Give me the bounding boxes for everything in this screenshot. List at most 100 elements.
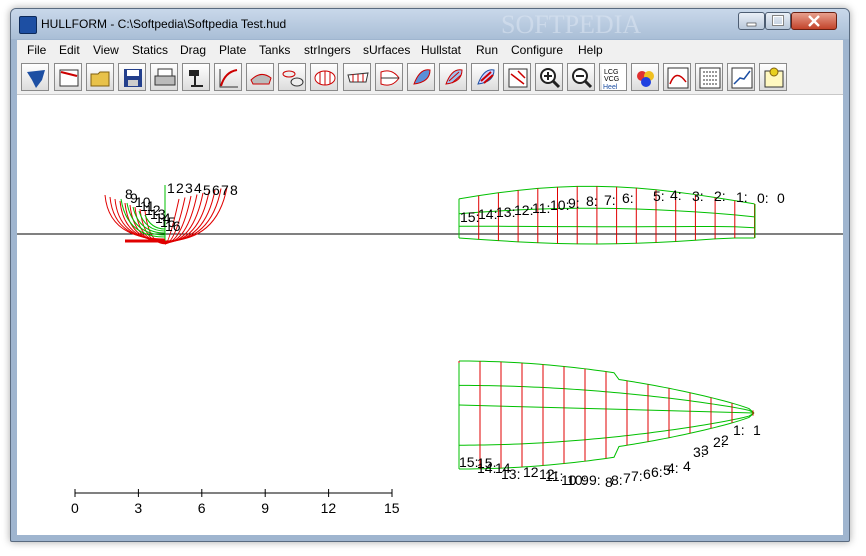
- open-folder-button[interactable]: [86, 63, 114, 91]
- hydrostatics-table-button[interactable]: [695, 63, 723, 91]
- profile-station-label: 14:: [478, 206, 497, 222]
- profile-station-label: 6:: [622, 190, 634, 206]
- profile-station-label: 0:: [757, 190, 769, 206]
- toolbar: LCG VCG Heel: [17, 60, 843, 95]
- menu-help[interactable]: Help: [578, 43, 603, 57]
- profile-station-label: 2:: [714, 188, 726, 204]
- menu-file[interactable]: File: [27, 43, 46, 57]
- window-bottom-border: [17, 535, 843, 541]
- maximize-button[interactable]: [765, 12, 791, 30]
- render-stripes-button[interactable]: [471, 63, 499, 91]
- plan-station-label: 4:: [667, 460, 679, 476]
- curve-plot-icon: [667, 67, 689, 89]
- profile-station-label: 10:: [550, 197, 569, 213]
- plan-station-label: 6:: [651, 464, 663, 480]
- minimize-icon: [746, 22, 757, 27]
- body-plan-fwd-label: 7: [221, 182, 229, 198]
- plan-view-button[interactable]: [375, 63, 403, 91]
- render-lines-icon: [445, 69, 463, 85]
- title-bar[interactable]: HULLFORM - C:\Softpedia\Softpedia Test.h…: [11, 9, 849, 39]
- vcg-text: VCG: [604, 76, 619, 83]
- profile-station-label: 3:: [692, 188, 704, 204]
- color-palette-button[interactable]: [631, 63, 659, 91]
- menu-statics[interactable]: Statics: [132, 43, 168, 57]
- save-disk-button[interactable]: [118, 63, 146, 91]
- zoom-out-button[interactable]: [567, 63, 595, 91]
- scale-bar-label: 6: [198, 500, 206, 516]
- profile-station-label: 11:: [532, 200, 550, 216]
- heel-text: Heel: [603, 84, 618, 90]
- plan-station-label: 1:: [733, 422, 745, 438]
- notes-button[interactable]: [759, 63, 787, 91]
- menu-bar: File Edit View Statics Drag Plate Tanks …: [17, 40, 843, 60]
- new-design-button[interactable]: [54, 63, 82, 91]
- body-plan-button[interactable]: [310, 63, 338, 91]
- transom-icon: [508, 68, 528, 88]
- profile-station-label: 9:: [568, 195, 580, 211]
- transom-button[interactable]: [503, 63, 531, 91]
- profile-icon: [347, 72, 369, 83]
- watermark-logo: SOFTPEDIA: [501, 10, 641, 39]
- notes-icon: [764, 67, 784, 88]
- profile-keel-line: [458, 237, 755, 245]
- menu-run[interactable]: Run: [476, 43, 498, 57]
- plan-view-icon: [380, 70, 400, 86]
- print-icon: [154, 68, 176, 86]
- hydrostatics-table-icon: [699, 67, 721, 89]
- minimize-button[interactable]: [738, 12, 765, 30]
- profile-station-label: 0: [777, 190, 785, 206]
- zoom-in-icon: [540, 68, 561, 89]
- curve-edit-button[interactable]: [214, 63, 242, 91]
- profile-station-label: 12:: [514, 202, 533, 218]
- curve-edit-icon: [219, 69, 238, 88]
- body-plan-fwd-label: 8: [230, 182, 238, 198]
- print-button[interactable]: [150, 63, 178, 91]
- profile-station-label: 13:: [496, 204, 515, 220]
- zoom-in-button[interactable]: [535, 63, 563, 91]
- body-plan-aft-label: 16: [165, 218, 181, 234]
- body-plan-fwd-label: 3: [185, 180, 193, 196]
- speed-graph-button[interactable]: [727, 63, 755, 91]
- lcg-vcg-heel-icon: LCGVCGHeel: [602, 66, 626, 90]
- hull-3d-button[interactable]: [246, 63, 274, 91]
- scale-bar-label: 0: [71, 500, 79, 516]
- menu-surfaces[interactable]: sUrfaces: [363, 43, 410, 57]
- speed-graph-icon: [731, 67, 753, 89]
- render-lines-button[interactable]: [439, 63, 467, 91]
- color-palette-icon: [637, 71, 654, 87]
- menu-drag[interactable]: Drag: [180, 43, 206, 57]
- plan-station-label: 9:: [589, 472, 601, 488]
- drawing-canvas[interactable]: 15: 14: 13: 12: 11: 10: 9: 8: 7: 6: 5: 4: 3: 2: 1: 0: 0 1…: [17, 95, 843, 535]
- plan-station-label: 15:: [459, 454, 478, 470]
- plan-station-label: 8:: [611, 472, 623, 488]
- menu-tanks[interactable]: Tanks: [259, 43, 290, 57]
- plan-station-label: 13:: [501, 466, 520, 482]
- hull-3d-icon: [250, 74, 272, 85]
- menu-view[interactable]: View: [93, 43, 119, 57]
- menu-edit[interactable]: Edit: [59, 43, 80, 57]
- close-button[interactable]: [791, 12, 837, 30]
- menu-configure[interactable]: Configure: [511, 43, 563, 57]
- body-plan-fwd-label: 5: [203, 182, 211, 198]
- plotter-button[interactable]: [182, 63, 210, 91]
- scale-bar-label: 15: [384, 500, 400, 516]
- profile-station-label: 15:: [460, 209, 479, 225]
- menu-plate[interactable]: Plate: [219, 43, 246, 57]
- profile-button[interactable]: [343, 63, 371, 91]
- body-plan-icon: [314, 70, 336, 86]
- hullform-logo-button[interactable]: [21, 63, 49, 91]
- plan-station-label: 2: [721, 432, 729, 448]
- menu-hullstat[interactable]: Hullstat: [421, 43, 461, 57]
- curve-plot-button[interactable]: [663, 63, 691, 91]
- plan-station-label: 12: [523, 464, 539, 480]
- new-design-icon: [59, 69, 79, 87]
- window-title: HULLFORM - C:\Softpedia\Softpedia Test.h…: [41, 17, 287, 31]
- menu-stringers[interactable]: strIngers: [304, 43, 351, 57]
- profile-station-label: 1:: [736, 189, 748, 205]
- app-icon[interactable]: [19, 16, 37, 34]
- lcg-vcg-heel-button[interactable]: LCG VCG Heel: [599, 63, 627, 91]
- sections-icon: [282, 70, 304, 87]
- render-shaded-button[interactable]: [407, 63, 435, 91]
- sections-button[interactable]: [278, 63, 306, 91]
- hull-drawing: 15:14:13:12:11: 10:9: 8: 7: 6: 5: 4: 3: 2: 1: 0: 01…: [17, 180, 843, 516]
